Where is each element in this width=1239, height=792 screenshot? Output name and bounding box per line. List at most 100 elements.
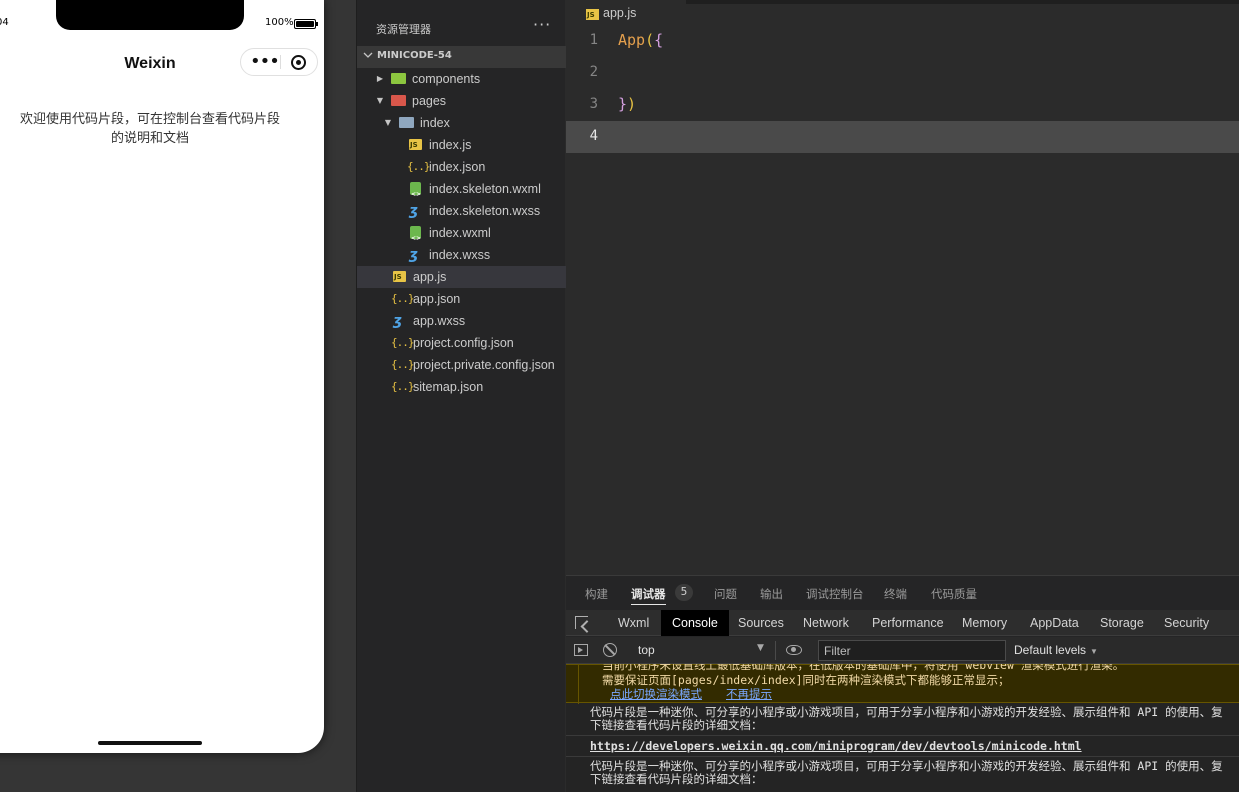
- toolbar-divider: [775, 641, 776, 660]
- phone-notch: [56, 0, 244, 30]
- tree-item-index-folder[interactable]: ▼ index: [357, 112, 566, 134]
- filter-input[interactable]: [818, 640, 1006, 661]
- tree-item-app-wxss[interactable]: ʒ app.wxss: [357, 310, 566, 332]
- more-actions-icon[interactable]: ···: [533, 15, 551, 34]
- capsule-divider: [280, 55, 281, 69]
- devtools-tab-memory[interactable]: Memory: [951, 610, 1018, 636]
- log-entry: https://developers.weixin.qq.com/minipro…: [566, 736, 1239, 757]
- tab-code-quality[interactable]: 代码质量: [931, 586, 977, 602]
- warning-message: 当前小程序未设置线上最低基础库版本，在低版本的基础库中，将使用 webview …: [566, 664, 1239, 704]
- tree-item-project-private-config[interactable]: {..} project.private.config.json: [357, 354, 566, 376]
- tab-debugger[interactable]: 调试器: [631, 586, 666, 605]
- explorer-panel: 资源管理器 ··· MINICODE-54 ▶ components ▼ pag…: [356, 0, 566, 792]
- tree-item-label: app.js: [413, 270, 447, 284]
- caret-down-icon: ▼: [757, 643, 764, 653]
- code-text: }): [618, 95, 636, 113]
- tree-item-label: index.js: [429, 138, 472, 152]
- devtools-tab-storage[interactable]: Storage: [1089, 610, 1155, 636]
- devtools-tab-wxml[interactable]: Wxml: [607, 610, 660, 636]
- tree-item-label: index.json: [429, 160, 486, 174]
- wxss-file-icon: ʒ: [409, 203, 418, 219]
- tree-item-app-js[interactable]: JS app.js: [357, 266, 566, 288]
- tree-item-pages[interactable]: ▼ pages: [357, 90, 566, 112]
- target-icon[interactable]: [291, 55, 306, 70]
- sidebar-toggle-icon[interactable]: [574, 644, 588, 656]
- folder-open-icon: [399, 117, 414, 128]
- tree-item-label: sitemap.json: [413, 380, 484, 394]
- editor-tab-strip: [566, 0, 1239, 4]
- switch-render-mode-link[interactable]: 点此切换渲染模式: [610, 686, 702, 702]
- breadcrumb-file: app.js: [603, 6, 637, 20]
- tab-underline: [631, 604, 666, 605]
- tree-item-sitemap[interactable]: {..} sitemap.json: [357, 376, 566, 398]
- code-line[interactable]: 1 App({: [566, 25, 1239, 57]
- wxss-file-icon: ʒ: [393, 313, 402, 329]
- wxml-file-icon: [410, 182, 421, 206]
- chevron-down-icon: [363, 52, 373, 58]
- log-levels-select[interactable]: Default levels ▼: [1014, 643, 1098, 657]
- json-file-icon: {..}: [391, 292, 415, 305]
- code-token-paren: ): [627, 95, 637, 113]
- devtools-tab-appdata[interactable]: AppData: [1019, 610, 1090, 636]
- eye-icon[interactable]: [786, 645, 802, 655]
- phone-screen[interactable]: 04 100% Weixin ••• 欢迎使用代码片段，可在控制台查看代码片段 …: [0, 0, 324, 753]
- tab-debugger-label: 调试器: [631, 587, 666, 601]
- bottom-panel: 构建 调试器 5 问题 输出 调试控制台 终端 代码质量 Wxml Consol…: [566, 575, 1239, 792]
- tree-item-index-wxss[interactable]: ʒ index.wxss: [357, 244, 566, 266]
- console-log[interactable]: 当前小程序未设置线上最低基础库版本，在低版本的基础库中，将使用 webview …: [566, 664, 1239, 792]
- tree-item-index-js[interactable]: JS index.js: [357, 134, 566, 156]
- tab-output[interactable]: 输出: [760, 586, 783, 602]
- code-line-current[interactable]: 4: [566, 121, 1239, 153]
- js-file-icon: JS: [393, 271, 406, 282]
- devtools-window: 04 100% Weixin ••• 欢迎使用代码片段，可在控制台查看代码片段 …: [0, 0, 1239, 792]
- capsule-menu: •••: [240, 48, 318, 76]
- devtools-tab-security[interactable]: Security: [1153, 610, 1220, 636]
- tree-item-project-config[interactable]: {..} project.config.json: [357, 332, 566, 354]
- tab-terminal[interactable]: 终端: [884, 586, 907, 602]
- tree-item-label: app.json: [413, 292, 461, 306]
- ellipsis-icon[interactable]: •••: [250, 51, 280, 73]
- caret-down-icon: ▼: [384, 118, 392, 127]
- console-toolbar: top ▼ Default levels▼: [566, 637, 1239, 664]
- devtools-tab-performance[interactable]: Performance: [861, 610, 955, 636]
- docs-link[interactable]: https://developers.weixin.qq.com/minipro…: [590, 739, 1082, 753]
- tree-item-app-json[interactable]: {..} app.json: [357, 288, 566, 310]
- status-time: 04: [0, 17, 9, 28]
- code-editor[interactable]: JS app.js 1 App({ 2 3 }) 4: [566, 0, 1239, 575]
- inspect-element-icon[interactable]: [575, 616, 588, 629]
- explorer-header: 资源管理器 ···: [357, 15, 566, 40]
- code-token-fn: App: [618, 31, 646, 49]
- tab-build[interactable]: 构建: [585, 586, 608, 602]
- json-file-icon: {..}: [391, 380, 415, 393]
- welcome-line-2: 的说明和文档: [110, 131, 189, 146]
- tab-problems[interactable]: 问题: [714, 586, 737, 602]
- devtools-tab-network[interactable]: Network: [792, 610, 860, 636]
- tree-item-index-wxml[interactable]: index.wxml: [357, 222, 566, 250]
- clear-console-icon[interactable]: [603, 643, 617, 657]
- log-link-line: https://developers.weixin.qq.com/minipro…: [590, 739, 1082, 753]
- welcome-line-1: 欢迎使用代码片段，可在控制台查看代码片段: [19, 112, 280, 127]
- tree-item-index-skeleton-wxml[interactable]: index.skeleton.wxml: [357, 178, 566, 206]
- caret-right-icon: ▶: [376, 74, 384, 83]
- code-token-paren: (: [645, 31, 655, 49]
- tree-item-index-json[interactable]: {..} index.json: [357, 156, 566, 178]
- tree-item-label: index.wxml: [429, 226, 491, 240]
- context-select[interactable]: top ▼: [629, 637, 769, 664]
- dont-show-again-link[interactable]: 不再提示: [726, 686, 772, 702]
- line-number: 4: [589, 128, 598, 144]
- code-line[interactable]: 3 }): [566, 89, 1239, 121]
- tree-item-index-skeleton-wxss[interactable]: ʒ index.skeleton.wxss: [357, 200, 566, 222]
- tree-item-label: index.wxss: [429, 248, 491, 262]
- log-line: 下链接查看代码片段的详细文档：: [590, 718, 763, 732]
- devtools-tab-sources[interactable]: Sources: [727, 610, 795, 636]
- folder-icon: [391, 73, 406, 84]
- tree-item-components[interactable]: ▶ components: [357, 68, 566, 90]
- tree-item-label: app.wxss: [413, 314, 466, 328]
- devtools-tab-console[interactable]: Console: [661, 610, 729, 636]
- project-root-row[interactable]: MINICODE-54: [357, 46, 566, 68]
- code-line[interactable]: 2: [566, 57, 1239, 89]
- folder-icon: [391, 95, 406, 106]
- log-entry: 代码片段是一种迷你、可分享的小程序或小游戏项目，可用于分享小程序和小游戏的开发经…: [566, 703, 1239, 736]
- tab-debug-console[interactable]: 调试控制台: [806, 586, 864, 602]
- tree-item-label: pages: [412, 94, 447, 108]
